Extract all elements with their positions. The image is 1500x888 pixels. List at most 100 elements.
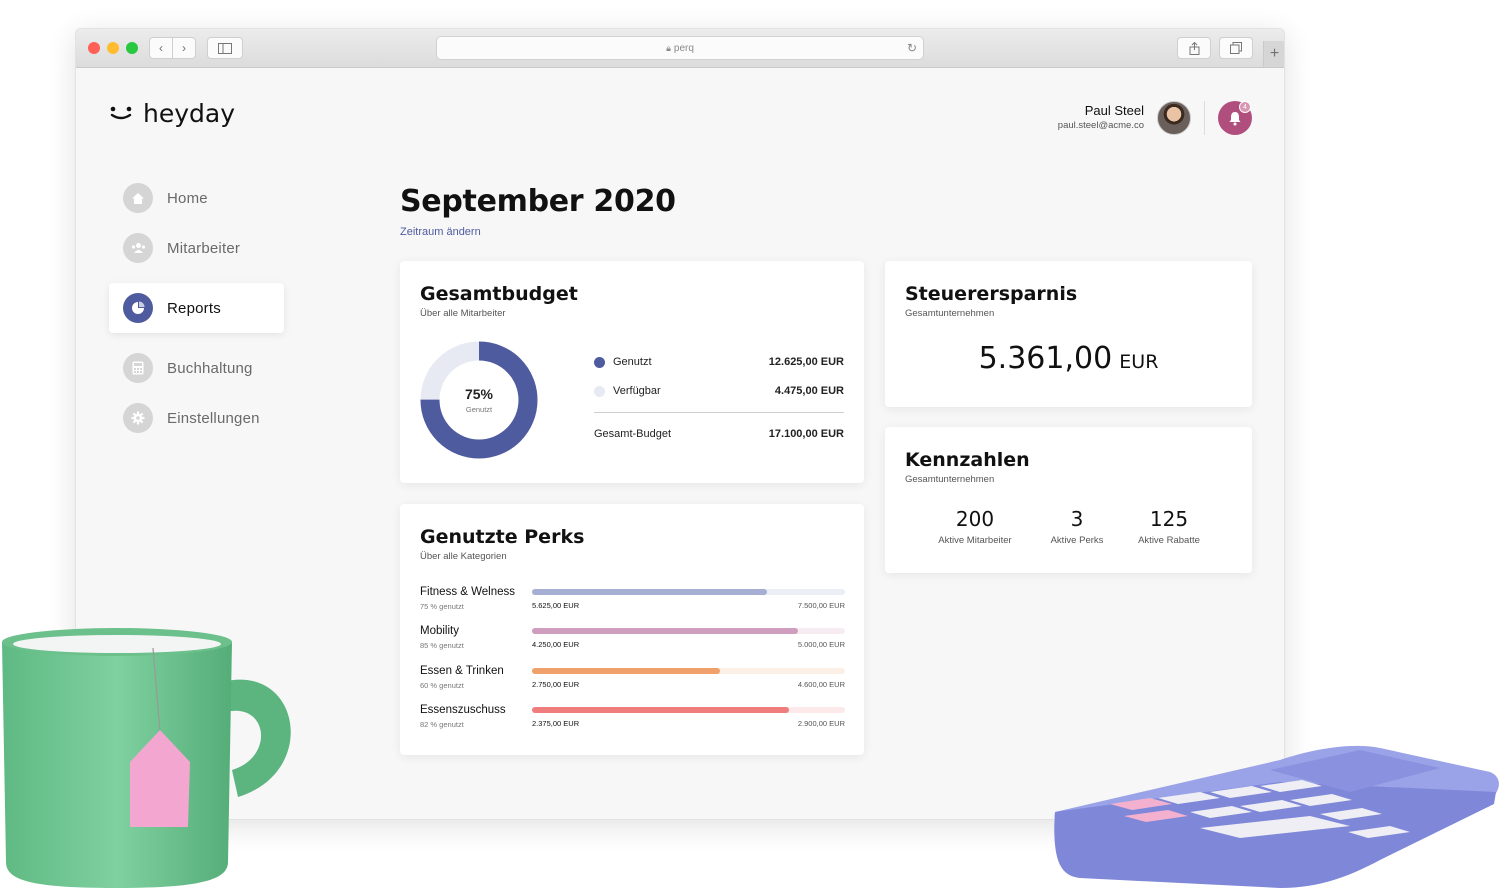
pie-chart-icon bbox=[123, 293, 153, 323]
logo-smile-icon bbox=[109, 104, 133, 124]
address-bar[interactable]: 🔒︎ perq ↻ bbox=[436, 36, 924, 60]
perk-progress-fill bbox=[532, 628, 799, 634]
new-tab-button[interactable]: + bbox=[1263, 41, 1284, 67]
kpi-value: 3 bbox=[1070, 507, 1084, 531]
budget-subtitle: Über alle Mitarbeiter bbox=[420, 308, 506, 319]
kpi-title: Kennzahlen bbox=[905, 449, 1030, 471]
perk-progress-track bbox=[532, 628, 845, 634]
user-info[interactable]: Paul Steel paul.steel@acme.co bbox=[1058, 103, 1144, 131]
app-logo[interactable]: heyday bbox=[109, 99, 235, 128]
perk-total: 4.600,00 EUR bbox=[797, 680, 845, 689]
close-window-button[interactable] bbox=[88, 42, 100, 54]
perk-progress-track bbox=[532, 668, 845, 674]
back-button[interactable]: ‹ bbox=[149, 37, 173, 59]
donut-percent: 75% bbox=[464, 386, 494, 402]
perk-percent: 85 % genutzt bbox=[420, 641, 464, 650]
perk-percent: 82 % genutzt bbox=[420, 720, 464, 729]
avatar[interactable] bbox=[1157, 101, 1191, 135]
legend-row-total: Gesamt-Budget 17.100,00 EUR bbox=[594, 428, 844, 440]
sidebar-item-reports[interactable]: Reports bbox=[109, 283, 284, 333]
kpi-active-employees: 200 Aktive Mitarbeiter bbox=[923, 507, 1027, 546]
stage: ‹ › 🔒︎ perq ↻ + heyday Paul Steel paul.s… bbox=[0, 0, 1500, 888]
total-value: 17.100,00 EUR bbox=[768, 428, 844, 440]
perk-row: Essenszuschuss 82 % genutzt 2.375,00 EUR… bbox=[420, 704, 845, 740]
perks-title: Genutzte Perks bbox=[420, 526, 585, 548]
perk-row: Essen & Trinken 60 % genutzt 2.750,00 EU… bbox=[420, 665, 845, 701]
sidebar-item-buchhaltung[interactable]: Buchhaltung bbox=[109, 343, 284, 393]
user-name: Paul Steel bbox=[1084, 103, 1144, 118]
sidebar-nav: Home Mitarbeiter Reports Buchhaltung Ein… bbox=[109, 173, 284, 443]
calculator-icon bbox=[123, 353, 153, 383]
kpi-value: 200 bbox=[955, 507, 995, 531]
sidebar-item-label: Reports bbox=[167, 299, 221, 317]
bell-icon bbox=[1229, 111, 1241, 125]
kpi-label: Aktive Mitarbeiter bbox=[938, 535, 1012, 546]
perk-name: Fitness & Welness bbox=[420, 586, 516, 598]
legend-value: 4.475,00 EUR bbox=[774, 385, 844, 397]
tax-currency: EUR bbox=[1119, 351, 1159, 373]
legend-divider bbox=[594, 412, 844, 413]
user-email: paul.steel@acme.co bbox=[1057, 120, 1144, 131]
tax-savings-card: Steuerersparnis Gesamtunternehmen 5.361,… bbox=[885, 261, 1252, 407]
forward-button[interactable]: › bbox=[172, 37, 196, 59]
plus-icon: + bbox=[1269, 45, 1280, 62]
budget-title: Gesamtbudget bbox=[420, 283, 578, 305]
perks-card: Genutzte Perks Über alle Kategorien Fitn… bbox=[400, 504, 864, 755]
chevron-left-icon: ‹ bbox=[159, 41, 163, 55]
sidebar-item-label: Buchhaltung bbox=[167, 359, 253, 377]
lock-icon: 🔒︎ bbox=[666, 42, 671, 53]
legend-label: Genutzt bbox=[613, 356, 652, 368]
kpi-active-perks: 3 Aktive Perks bbox=[1037, 507, 1117, 546]
share-icon bbox=[1189, 41, 1199, 55]
kpi-subtitle: Gesamtunternehmen bbox=[905, 474, 995, 485]
perk-progress-track bbox=[532, 707, 845, 713]
legend-swatch-available bbox=[594, 385, 605, 397]
chevron-right-icon: › bbox=[182, 41, 186, 55]
total-label: Gesamt-Budget bbox=[594, 428, 672, 440]
kpi-active-discounts: 125 Aktive Rabatte bbox=[1127, 507, 1211, 546]
url-text: perq bbox=[673, 42, 694, 54]
perk-used: 2.750,00 EUR bbox=[532, 680, 580, 689]
perk-used: 2.375,00 EUR bbox=[532, 719, 580, 728]
perk-percent: 60 % genutzt bbox=[420, 681, 464, 690]
tabs-overview-button[interactable] bbox=[1219, 37, 1253, 59]
perk-progress-track bbox=[532, 589, 845, 595]
kpi-label: Aktive Rabatte bbox=[1138, 535, 1200, 546]
sidebar-item-mitarbeiter[interactable]: Mitarbeiter bbox=[109, 223, 284, 273]
perk-used: 5.625,00 EUR bbox=[532, 601, 580, 610]
perk-total: 2.900,00 EUR bbox=[797, 719, 845, 728]
sidebar-icon bbox=[218, 42, 232, 54]
perk-name: Essenszuschuss bbox=[420, 704, 506, 716]
logo-text: heyday bbox=[143, 99, 236, 128]
perk-name: Essen & Trinken bbox=[420, 665, 504, 677]
mug-illustration bbox=[2, 628, 291, 888]
sidebar-item-home[interactable]: Home bbox=[109, 173, 284, 223]
page-title: September 2020 bbox=[400, 184, 676, 219]
tax-subtitle: Gesamtunternehmen bbox=[905, 308, 995, 319]
perk-total: 7.500,00 EUR bbox=[797, 601, 845, 610]
legend-value: 12.625,00 EUR bbox=[768, 356, 844, 368]
maximize-window-button[interactable] bbox=[126, 42, 138, 54]
perks-subtitle: Über alle Kategorien bbox=[420, 551, 507, 562]
perk-name: Mobility bbox=[420, 625, 459, 637]
reload-icon[interactable]: ↻ bbox=[907, 41, 917, 55]
legend-row-used: Genutzt 12.625,00 EUR bbox=[594, 356, 844, 368]
share-button[interactable] bbox=[1177, 37, 1211, 59]
people-icon bbox=[123, 233, 153, 263]
perk-progress-fill bbox=[532, 707, 789, 713]
sidebar-toggle-button[interactable] bbox=[207, 37, 243, 59]
donut-label: Genutzt bbox=[465, 405, 493, 414]
perk-progress-fill bbox=[532, 668, 720, 674]
tax-amount: 5.361,00 EUR bbox=[885, 341, 1252, 376]
sidebar-item-label: Einstellungen bbox=[167, 409, 260, 427]
home-icon bbox=[123, 183, 153, 213]
legend-row-available: Verfügbar 4.475,00 EUR bbox=[594, 385, 844, 397]
perk-percent: 75 % genutzt bbox=[420, 602, 464, 611]
minimize-window-button[interactable] bbox=[107, 42, 119, 54]
perk-row: Mobility 85 % genutzt 4.250,00 EUR 5.000… bbox=[420, 625, 845, 661]
notification-count-badge: 4 bbox=[1239, 101, 1251, 113]
budget-card: Gesamtbudget Über alle Mitarbeiter 75% G… bbox=[400, 261, 864, 483]
perk-total: 5.000,00 EUR bbox=[797, 640, 845, 649]
sidebar-item-einstellungen[interactable]: Einstellungen bbox=[109, 393, 284, 443]
change-period-link[interactable]: Zeitraum ändern bbox=[400, 226, 481, 238]
